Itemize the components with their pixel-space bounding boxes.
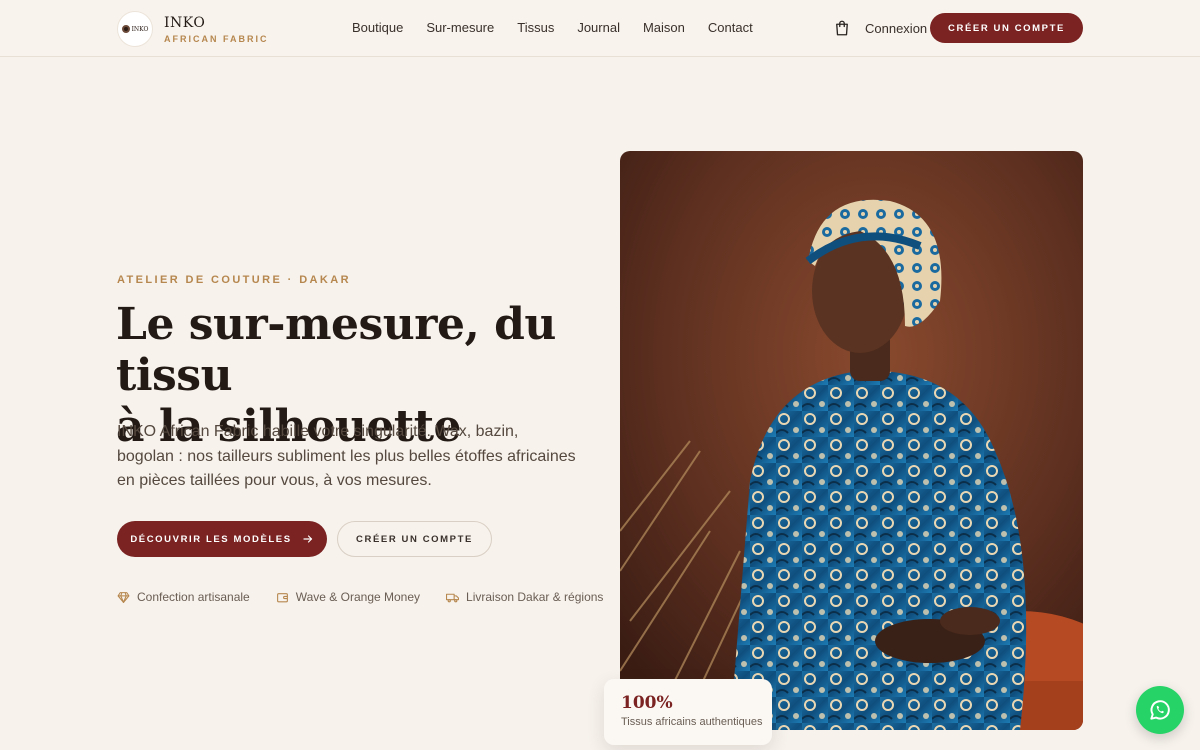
hero-eyebrow: ATELIER DE COUTURE · DAKAR: [117, 274, 351, 286]
logo-badge: INKO: [117, 11, 153, 47]
main-nav: Boutique Sur-mesure Tissus Journal Maiso…: [352, 20, 753, 35]
nav-item-maison[interactable]: Maison: [643, 20, 685, 35]
nav-item-contact[interactable]: Contact: [708, 20, 753, 35]
shopping-bag-icon[interactable]: [833, 19, 851, 37]
create-account-button[interactable]: CRÉER UN COMPTE: [337, 521, 492, 557]
brand-name: INKO: [164, 14, 206, 31]
signup-button[interactable]: CRÉER UN COMPTE: [930, 13, 1083, 43]
arrow-right-icon: [303, 535, 312, 543]
feature-label: Confection artisanale: [137, 590, 250, 604]
feature-item: Confection artisanale: [117, 590, 250, 604]
nav-item-journal[interactable]: Journal: [577, 20, 620, 35]
diamond-icon: [117, 591, 130, 603]
nav-item-sur-mesure[interactable]: Sur-mesure: [426, 20, 494, 35]
truck-icon: [446, 593, 460, 602]
login-link[interactable]: Connexion: [865, 21, 927, 36]
whatsapp-icon: [1150, 700, 1170, 720]
site-header: INKO INKO AFRICAN FABRIC Boutique Sur-me…: [0, 0, 1200, 57]
feature-item: Wave & Orange Money: [276, 590, 420, 604]
logo-text: INKO AFRICAN FABRIC: [164, 15, 269, 44]
nav-item-tissus[interactable]: Tissus: [517, 20, 554, 35]
brand-tagline: AFRICAN FABRIC: [164, 33, 269, 44]
logo-badge-text: INKO: [131, 25, 149, 33]
feature-list: Confection artisanale Wave & Orange Mone…: [117, 590, 603, 604]
discover-models-button[interactable]: DÉCOUVRIR LES MODÈLES: [117, 521, 327, 557]
feature-label: Livraison Dakar & régions: [466, 590, 604, 604]
nav-item-boutique[interactable]: Boutique: [352, 20, 403, 35]
stat-card: 100% Tissus africains authentiques: [604, 679, 772, 745]
discover-models-label: DÉCOUVRIR LES MODÈLES: [130, 533, 292, 545]
logo-mark-icon: [121, 25, 130, 33]
hero-title-line1: Le sur-mesure, du tissu: [116, 299, 556, 401]
stat-value: 100%: [621, 693, 673, 713]
stat-label: Tissus africains authentiques: [621, 716, 763, 728]
hero-description: INKO African Fabric habille votre singul…: [117, 423, 576, 489]
feature-item: Livraison Dakar & régions: [446, 590, 603, 604]
wallet-icon: [276, 592, 288, 602]
hero-photo: [620, 151, 1083, 730]
brand-logo[interactable]: INKO INKO AFRICAN FABRIC: [117, 10, 269, 48]
whatsapp-button[interactable]: [1136, 686, 1184, 734]
hero-photo-illustration: [620, 151, 1083, 730]
feature-label: Wave & Orange Money: [295, 590, 421, 604]
